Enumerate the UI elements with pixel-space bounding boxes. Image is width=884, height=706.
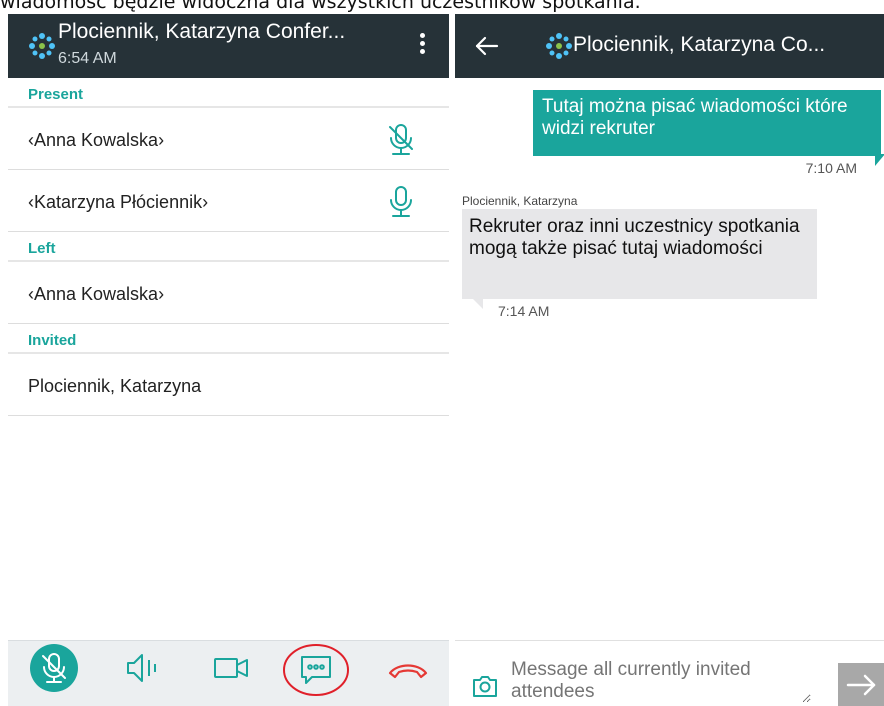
participants-screen: Plociennik, Katarzyna Confer... 6:54 AM … (8, 14, 449, 706)
app-bar: Plociennik, Katarzyna Co... (455, 14, 884, 78)
video-camera-icon (214, 658, 248, 678)
section-header-present: Present (8, 86, 449, 108)
meeting-logo-icon (29, 33, 55, 59)
participant-name: ‹Anna Kowalska› (28, 130, 165, 150)
participant-row[interactable]: Plociennik, Katarzyna (8, 356, 449, 416)
call-controls-bar (8, 640, 449, 706)
incoming-message: Rekruter oraz inni uczestnicy spotkania … (462, 209, 817, 299)
send-button[interactable] (838, 663, 884, 706)
mic-muted-icon (30, 644, 78, 692)
send-arrow-icon (846, 674, 876, 696)
hang-up-button[interactable] (378, 643, 438, 703)
participant-name: ‹Katarzyna Płócienni­k› (28, 192, 209, 212)
incoming-bubble-tail (473, 299, 483, 309)
compose-bar (455, 640, 884, 706)
mic-icon (390, 186, 412, 217)
meeting-logo-icon (546, 33, 572, 59)
participant-row[interactable]: ‹Anna Kowalska› (8, 110, 449, 170)
conference-time: 6:54 AM (58, 50, 117, 67)
video-button[interactable] (201, 643, 261, 703)
mute-button[interactable] (24, 643, 84, 703)
speaker-icon (127, 654, 156, 682)
chat-title: Plociennik, Katarzyna Co... (573, 33, 826, 56)
instruction-caption: wiadomość będzie widoczna dla wszystkich… (0, 0, 641, 13)
message-time: 7:14 AM (498, 303, 550, 319)
chat-button[interactable] (282, 643, 350, 703)
section-header-left: Left (8, 240, 449, 262)
conference-title: Plociennik, Katarzyna Confer... (58, 20, 346, 43)
more-options-icon[interactable] (410, 30, 434, 62)
participant-row[interactable]: ‹Katarzyna Płócienni­k› (8, 172, 449, 232)
outgoing-bubble-tail (875, 154, 884, 166)
participant-row[interactable]: ‹Anna Kowalska› (8, 264, 449, 324)
speaker-button[interactable] (112, 643, 172, 703)
app-bar: Plociennik, Katarzyna Confer... 6:54 AM (8, 14, 449, 78)
section-header-invited: Invited (8, 332, 449, 354)
participant-name: Plociennik, Katarzyna (28, 376, 202, 396)
camera-icon[interactable] (471, 673, 499, 699)
outgoing-message: Tutaj można pisać wiadomości które widzi… (533, 90, 881, 156)
back-arrow-icon[interactable] (473, 34, 501, 58)
message-time: 7:10 AM (805, 160, 857, 176)
mic-muted-icon (389, 124, 413, 155)
message-input[interactable] (511, 659, 811, 703)
chat-screen: Plociennik, Katarzyna Co... Tutaj można … (455, 14, 884, 706)
message-sender: Plociennik, Katarzyna (462, 194, 578, 208)
hang-up-icon (388, 664, 428, 679)
chat-icon (283, 644, 349, 696)
participant-name: ‹Anna Kowalska› (28, 284, 165, 304)
